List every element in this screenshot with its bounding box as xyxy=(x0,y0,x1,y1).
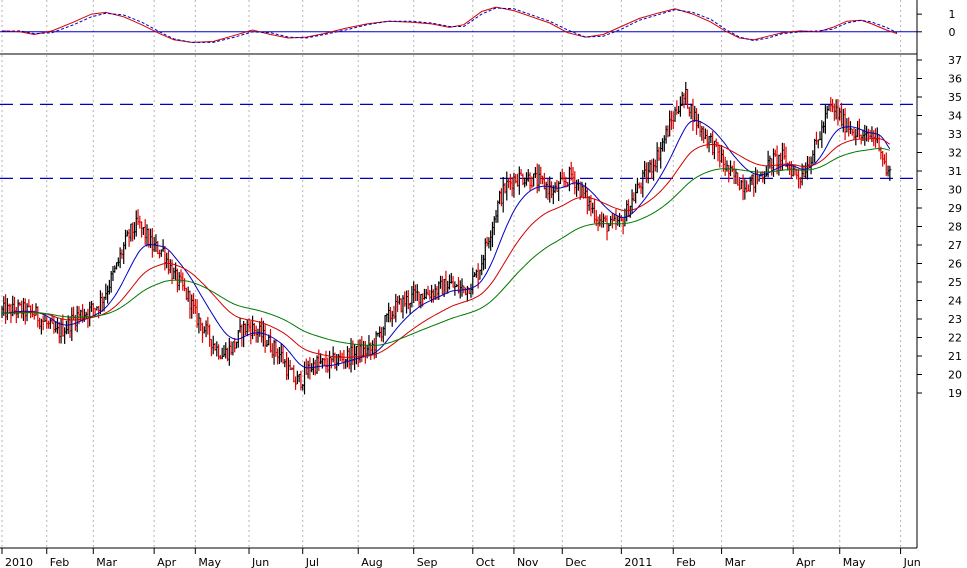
price-y-tick-label: 21 xyxy=(948,350,962,363)
price-y-tick-label: 37 xyxy=(948,54,962,67)
price-y-tick-label: 31 xyxy=(948,165,962,178)
price-y-tick-label: 22 xyxy=(948,332,962,345)
price-y-tick-label: 25 xyxy=(948,276,962,289)
price-y-tick-label: 20 xyxy=(948,369,962,382)
price-y-tick-label: 19 xyxy=(948,387,962,400)
price-y-tick-label: 34 xyxy=(948,110,962,123)
price-y-tick-label: 23 xyxy=(948,313,962,326)
chart-background xyxy=(0,0,967,568)
oscillator-y-tick-label: 0 xyxy=(949,26,956,39)
price-y-tick-label: 33 xyxy=(948,128,962,141)
x-tick-label: Apr xyxy=(796,556,816,568)
price-y-tick-label: 35 xyxy=(948,91,962,104)
x-tick-label: Oct xyxy=(476,556,496,568)
x-tick-label: Jun xyxy=(903,556,921,568)
x-tick-label: Apr xyxy=(157,556,177,568)
price-y-tick-label: 26 xyxy=(948,258,962,271)
x-tick-label: Feb xyxy=(50,556,69,568)
price-y-tick-label: 24 xyxy=(948,295,962,308)
x-tick-label: Mar xyxy=(725,556,746,568)
x-tick-label: Mar xyxy=(96,556,117,568)
oscillator-y-tick-label: 1 xyxy=(949,8,956,21)
x-tick-label: May xyxy=(843,556,866,568)
price-y-tick-label: 30 xyxy=(948,184,962,197)
x-tick-label: 2011 xyxy=(624,556,652,568)
x-tick-label: Nov xyxy=(517,556,539,568)
x-tick-label: Feb xyxy=(676,556,695,568)
stock-chart: 1 0 37 36 35 34 33 32 31 30 29 28 27 26 25 24 23 22 21 20 19… xyxy=(0,0,967,568)
price-y-tick-label: 28 xyxy=(948,221,962,234)
price-y-tick-label: 29 xyxy=(948,202,962,215)
x-tick-label: May xyxy=(198,556,221,568)
x-tick-label: Dec xyxy=(565,556,586,568)
x-tick-label: Aug xyxy=(361,556,382,568)
x-tick-label: Jun xyxy=(251,556,269,568)
x-tick-label: Jul xyxy=(305,556,319,568)
x-tick-label: Sep xyxy=(417,556,438,568)
price-y-tick-label: 32 xyxy=(948,147,962,160)
price-y-tick-label: 27 xyxy=(948,239,962,252)
price-y-tick-label: 36 xyxy=(948,73,962,86)
x-tick-label: 2010 xyxy=(5,556,33,568)
